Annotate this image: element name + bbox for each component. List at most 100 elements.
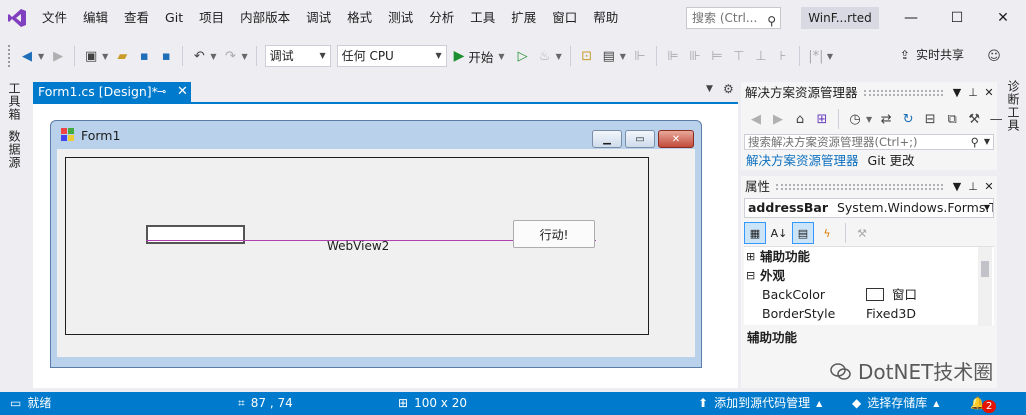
property-pages-icon[interactable]: ⚒ xyxy=(851,222,873,244)
property-value-text[interactable]: Fixed3D xyxy=(866,304,916,323)
tab-list-dropdown-icon[interactable]: ▼ xyxy=(706,84,713,94)
layout-dropdown-icon[interactable]: ▼ xyxy=(620,52,626,61)
drag-handle[interactable] xyxy=(863,90,943,96)
layout-icon[interactable]: ▤ xyxy=(599,45,619,67)
close-tab-icon[interactable]: ✕ xyxy=(177,82,188,102)
hot-reload-dropdown-icon[interactable]: ▼ xyxy=(556,52,562,61)
back-navigation-icon[interactable]: ◀ xyxy=(17,45,37,67)
solution-name-badge[interactable]: WinF...rted xyxy=(801,7,879,29)
new-project-icon[interactable]: ▣ xyxy=(81,45,101,67)
scrollbar-thumb[interactable] xyxy=(981,261,989,277)
gear-icon[interactable]: ⚙ xyxy=(723,82,734,96)
more-icon[interactable]: — xyxy=(986,108,1006,130)
pin-icon[interactable]: ⊥ xyxy=(965,82,981,104)
tab-form1-design[interactable]: Form1.cs [Design]* ⊸ ✕ xyxy=(33,82,191,102)
pin-icon[interactable]: ⊥ xyxy=(965,176,981,198)
solution-folder-icon[interactable]: ⊡ xyxy=(577,45,597,67)
alphabetical-icon[interactable]: A↓ xyxy=(768,222,790,244)
menu-debug[interactable]: 调试 xyxy=(298,0,339,36)
start-debugging-button[interactable]: ▶ 开始 ▼ xyxy=(450,44,512,68)
pending-dropdown-icon[interactable]: ▼ xyxy=(866,115,872,124)
redo-icon[interactable]: ↷ xyxy=(220,45,240,67)
designer-form[interactable]: Form1 ▁ ▭ ✕ WebView2 行动! xyxy=(50,120,702,368)
platform-select[interactable]: 任何 CPU ▼ xyxy=(336,45,447,67)
start-without-debugging-icon[interactable]: ▷ xyxy=(513,45,533,67)
menu-format[interactable]: 格式 xyxy=(339,0,380,36)
menu-edit[interactable]: 编辑 xyxy=(75,0,116,36)
undo-dropdown-icon[interactable]: ▼ xyxy=(210,52,216,61)
menu-build[interactable]: 内部版本 xyxy=(232,0,298,36)
menu-project[interactable]: 项目 xyxy=(191,0,232,36)
notifications-button[interactable]: 🔔 2 xyxy=(970,392,997,415)
close-icon[interactable]: ✕ xyxy=(981,176,997,198)
property-value[interactable]: 窗口 xyxy=(866,285,917,304)
drag-handle[interactable] xyxy=(776,184,943,190)
feedback-icon[interactable]: ☺ xyxy=(984,45,1004,67)
category-appearance[interactable]: ⊟ 外观 xyxy=(744,266,976,285)
tab-solution-explorer[interactable]: 解决方案资源管理器 xyxy=(746,150,859,169)
menu-view[interactable]: 查看 xyxy=(116,0,157,36)
events-icon[interactable]: ϟ xyxy=(816,222,838,244)
open-folder-icon[interactable]: ▰ xyxy=(112,45,132,67)
configuration-select[interactable]: 调试 ▼ xyxy=(264,45,331,67)
save-all-icon[interactable]: ▪ xyxy=(156,45,176,67)
menu-help[interactable]: 帮助 xyxy=(585,0,626,36)
form-client-area[interactable]: WebView2 行动! xyxy=(57,149,695,357)
toolbox-tab[interactable]: 工具箱 xyxy=(6,82,23,121)
align-middle-icon[interactable]: ⊥ xyxy=(751,45,771,67)
spacing-dropdown-icon[interactable]: ▼ xyxy=(827,52,833,61)
align-bottom-icon[interactable]: ⊦ xyxy=(773,45,793,67)
tab-git-changes[interactable]: Git 更改 xyxy=(868,150,915,169)
chevron-down-icon[interactable]: ▼ xyxy=(949,82,965,104)
expand-icon[interactable]: ⊞ xyxy=(746,247,755,266)
go-button[interactable]: 行动! xyxy=(513,220,595,248)
search-input[interactable]: 搜索 (Ctrl... ⚲ xyxy=(686,7,781,29)
menu-analyze[interactable]: 分析 xyxy=(421,0,462,36)
hot-reload-icon[interactable]: ♨ xyxy=(535,45,555,67)
category-accessibility[interactable]: ⊞ 辅助功能 xyxy=(744,247,976,266)
home-icon[interactable]: ⌂ xyxy=(790,108,810,130)
close-icon[interactable]: ✕ xyxy=(980,0,1026,36)
chevron-down-icon[interactable]: ▼ xyxy=(949,176,965,198)
align-grid-icon[interactable]: ⊩ xyxy=(630,45,650,67)
main-panel[interactable]: WebView2 行动! xyxy=(65,157,649,335)
sync-icon[interactable]: ⇄ xyxy=(876,108,896,130)
show-all-files-icon[interactable]: ⧉ xyxy=(942,108,962,130)
close-icon[interactable]: ✕ xyxy=(981,82,997,104)
select-repository-button[interactable]: ◆ 选择存储库 ▲ xyxy=(852,392,939,415)
toolbar-grip[interactable] xyxy=(8,45,12,67)
solution-explorer-search-input[interactable]: 搜索解决方案资源管理器(Ctrl+;) ⚲ ▼ xyxy=(744,134,994,150)
menu-test[interactable]: 测试 xyxy=(380,0,421,36)
add-source-control-button[interactable]: ⬆ 添加到源代码管理 ▲ xyxy=(698,392,822,415)
align-right-icon[interactable]: ⊨ xyxy=(707,45,727,67)
forward-icon[interactable]: ▶ xyxy=(768,108,788,130)
refresh-icon[interactable]: ↻ xyxy=(898,108,918,130)
back-dropdown-icon[interactable]: ▼ xyxy=(38,52,44,61)
live-share-button[interactable]: ⇪ 实时共享 xyxy=(900,46,964,63)
align-center-icon[interactable]: ⊪ xyxy=(685,45,705,67)
properties-icon[interactable]: ▤ xyxy=(792,222,814,244)
property-grid-scrollbar[interactable] xyxy=(978,247,992,326)
minimize-icon[interactable]: — xyxy=(888,0,934,36)
redo-dropdown-icon[interactable]: ▼ xyxy=(241,52,247,61)
pin-icon[interactable]: ⊸ xyxy=(157,82,166,102)
menu-tools[interactable]: 工具 xyxy=(462,0,503,36)
align-top-icon[interactable]: ⊤ xyxy=(729,45,749,67)
maximize-icon[interactable]: ☐ xyxy=(934,0,980,36)
menu-file[interactable]: 文件 xyxy=(34,0,75,36)
property-row-backcolor[interactable]: BackColor 窗口 xyxy=(744,285,976,304)
webview-label[interactable]: WebView2 xyxy=(327,239,389,253)
form-designer-surface[interactable]: Form1 ▁ ▭ ✕ WebView2 行动! xyxy=(33,104,738,388)
new-project-dropdown-icon[interactable]: ▼ xyxy=(102,52,108,61)
back-icon[interactable]: ◀ xyxy=(746,108,766,130)
forward-navigation-icon[interactable]: ▶ xyxy=(48,45,68,67)
collapse-icon[interactable]: ⊟ xyxy=(746,266,755,285)
pending-changes-icon[interactable]: ◷ xyxy=(845,108,865,130)
datasource-tab[interactable]: 数据源 xyxy=(6,130,23,169)
diagnostics-tab[interactable]: 诊断工具 xyxy=(1005,80,1022,132)
align-left-icon[interactable]: ⊫ xyxy=(663,45,683,67)
menu-git[interactable]: Git xyxy=(157,0,191,36)
switch-views-icon[interactable]: ⊞ xyxy=(812,108,832,130)
collapse-all-icon[interactable]: ⊟ xyxy=(920,108,940,130)
menu-extensions[interactable]: 扩展 xyxy=(503,0,544,36)
